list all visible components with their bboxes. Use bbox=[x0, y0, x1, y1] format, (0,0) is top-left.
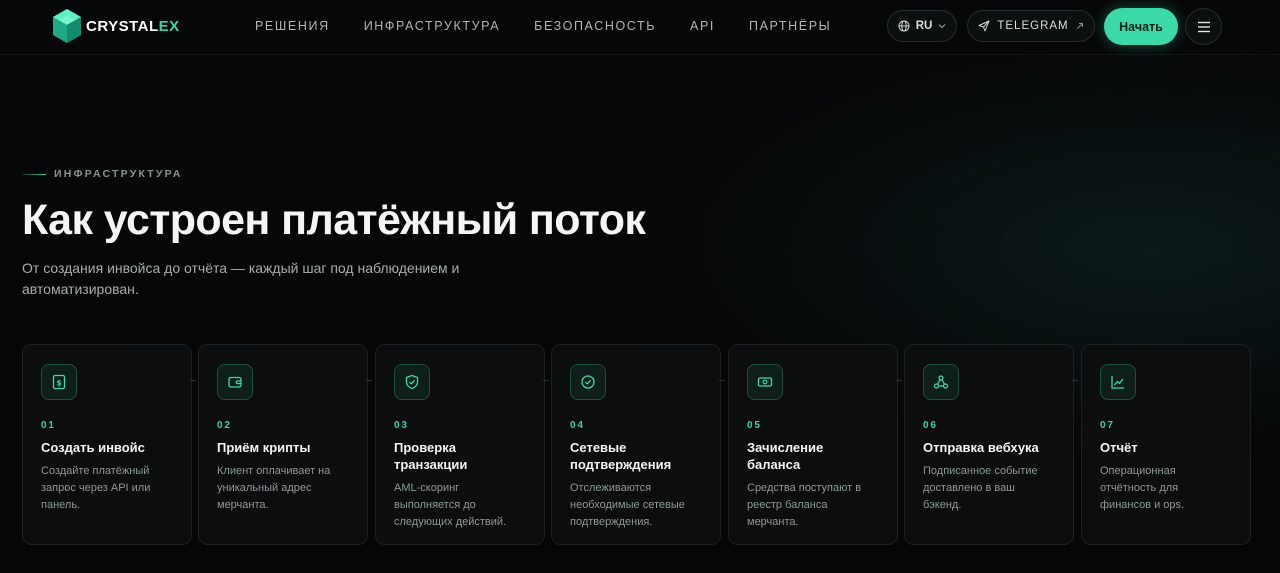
nav-item-api[interactable]: API bbox=[690, 19, 715, 33]
chart-icon bbox=[1100, 364, 1136, 400]
external-link-icon bbox=[1076, 23, 1083, 29]
step-title: Создать инвойс bbox=[41, 440, 145, 455]
webhook-icon bbox=[923, 364, 959, 400]
invoice-icon: $ bbox=[41, 364, 77, 400]
top-navbar: CRYSTALEX РЕШЕНИЯ ИНФРАСТРУКТУРА БЕЗОПАС… bbox=[0, 0, 1280, 55]
nav-item-partners[interactable]: ПАРТНЁРЫ bbox=[749, 19, 831, 33]
step-description: Отслеживаются необходимые сетевые подтве… bbox=[570, 482, 685, 528]
step-connector bbox=[543, 380, 549, 381]
step-connector bbox=[366, 380, 372, 381]
step-number: 05 bbox=[747, 420, 762, 431]
step-card-report: 07 Отчёт Операционная отчётность для фин… bbox=[1081, 344, 1251, 545]
step-description: AML-скоринг выполняется до следующих дей… bbox=[394, 482, 507, 528]
step-description: Клиент оплачивает на уникальный адрес ме… bbox=[217, 465, 331, 511]
step-title: Проверка транзакции bbox=[394, 440, 468, 472]
step-card-network-confirmations: 04 Сетевые подтверждения Отслеживаются н… bbox=[551, 344, 721, 545]
step-title: Приём крипты bbox=[217, 440, 311, 455]
step-number: 03 bbox=[394, 420, 409, 431]
svg-text:$: $ bbox=[56, 379, 62, 388]
step-card-webhook: 06 Отправка вебхука Подписанное событие … bbox=[904, 344, 1074, 545]
shield-icon bbox=[394, 364, 430, 400]
brand-name: CRYSTALEX bbox=[86, 17, 180, 35]
main-nav: РЕШЕНИЯ ИНФРАСТРУКТУРА БЕЗОПАСНОСТЬ API … bbox=[255, 19, 865, 33]
step-title: Отчёт bbox=[1100, 440, 1138, 455]
step-number: 07 bbox=[1100, 420, 1115, 431]
step-description: Создайте платёжный запрос через API или … bbox=[41, 465, 151, 511]
language-selector[interactable]: RU bbox=[887, 10, 957, 42]
language-label: RU bbox=[915, 20, 933, 32]
send-icon bbox=[978, 20, 990, 32]
menu-button[interactable] bbox=[1185, 8, 1222, 45]
wallet-icon bbox=[217, 364, 253, 400]
globe-icon bbox=[898, 20, 910, 32]
step-description: Подписанное событие доставлено в ваш бэк… bbox=[923, 465, 1038, 511]
step-number: 06 bbox=[923, 420, 938, 431]
eyebrow-label: ИНФРАСТРУКТУРА bbox=[54, 168, 183, 180]
nav-item-solutions[interactable]: РЕШЕНИЯ bbox=[255, 19, 330, 33]
step-card-create-invoice: $ 01 Создать инвойс Создайте платёжный з… bbox=[22, 344, 192, 545]
step-description: Средства поступают в реестр баланса мерч… bbox=[747, 482, 862, 528]
step-connector bbox=[896, 380, 902, 381]
crystal-logo-icon bbox=[53, 9, 81, 43]
section-eyebrow: ИНФРАСТРУКТУРА bbox=[22, 168, 183, 180]
step-connector bbox=[1072, 380, 1078, 381]
check-circle-icon bbox=[570, 364, 606, 400]
step-card-balance-credit: 05 Зачисление баланса Средства поступают… bbox=[728, 344, 898, 545]
step-number: 01 bbox=[41, 420, 56, 431]
step-title: Отправка вебхука bbox=[923, 440, 1039, 455]
chevron-down-icon bbox=[938, 24, 946, 29]
banknote-icon bbox=[747, 364, 783, 400]
step-connector bbox=[719, 380, 725, 381]
step-card-receive-crypto: 02 Приём крипты Клиент оплачивает на уни… bbox=[198, 344, 368, 545]
step-card-transaction-check: 03 Проверка транзакции AML-скоринг выпол… bbox=[375, 344, 545, 545]
hamburger-icon bbox=[1197, 21, 1210, 32]
nav-item-security[interactable]: БЕЗОПАСНОСТЬ bbox=[534, 19, 656, 33]
logo[interactable]: CRYSTALEX bbox=[52, 8, 180, 44]
section-title: Как устроен платёжный поток bbox=[22, 196, 646, 244]
telegram-label: TELEGRAM bbox=[997, 20, 1069, 32]
step-number: 04 bbox=[570, 420, 585, 431]
step-connector bbox=[190, 380, 196, 381]
section-subtitle: От создания инвойса до отчёта — каждый ш… bbox=[22, 260, 460, 297]
eyebrow-line bbox=[22, 173, 46, 175]
step-description: Операционная отчётность для финансов и o… bbox=[1100, 465, 1185, 511]
step-title: Сетевые подтверждения bbox=[570, 440, 672, 472]
step-title: Зачисление баланса bbox=[747, 440, 824, 472]
nav-item-infrastructure[interactable]: ИНФРАСТРУКТУРА bbox=[364, 19, 500, 33]
step-number: 02 bbox=[217, 420, 232, 431]
telegram-button[interactable]: TELEGRAM bbox=[967, 10, 1095, 42]
start-button[interactable]: Начать bbox=[1104, 8, 1178, 45]
